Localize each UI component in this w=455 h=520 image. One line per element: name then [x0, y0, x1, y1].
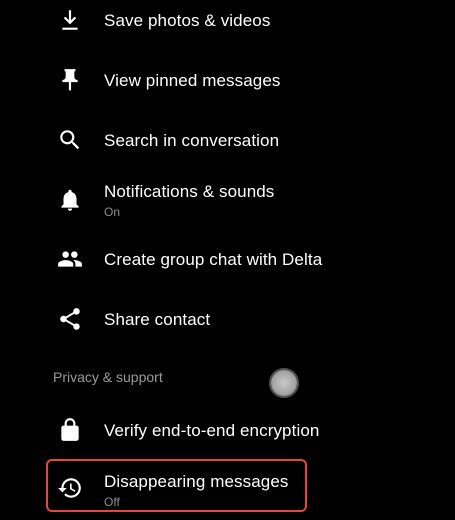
menu-item-label: Share contact [104, 310, 211, 329]
search-icon [54, 124, 86, 156]
menu-item-create-group[interactable]: Create group chat with Delta [0, 235, 455, 285]
group-icon [54, 243, 86, 275]
menu-item-status: On [104, 205, 121, 219]
menu-item-label: View pinned messages [104, 71, 281, 90]
menu-item-verify-encryption[interactable]: Verify end-to-end encryption [0, 405, 455, 455]
menu-item-view-pinned[interactable]: View pinned messages [0, 55, 455, 105]
lock-icon [54, 414, 86, 446]
menu-item-save-photos[interactable]: Save photos & videos [0, 0, 455, 42]
menu-item-share-contact[interactable]: Share contact [0, 295, 455, 345]
menu-item-label: Search in conversation [104, 131, 280, 150]
download-icon [54, 4, 86, 36]
section-header-privacy: Privacy & support [53, 369, 163, 385]
bell-icon [54, 184, 86, 216]
touch-indicator [271, 370, 297, 396]
menu-item-label: Save photos & videos [104, 11, 271, 30]
share-icon [54, 303, 86, 335]
menu-item-label: Create group chat with Delta [104, 250, 323, 269]
menu-item-label: Notifications & sounds [104, 182, 275, 201]
menu-item-search-conversation[interactable]: Search in conversation [0, 115, 455, 165]
pin-icon [54, 64, 86, 96]
menu-item-label: Verify end-to-end encryption [104, 421, 320, 440]
menu-item-notifications[interactable]: Notifications & sounds On [0, 172, 455, 228]
highlight-annotation-box [46, 459, 307, 512]
